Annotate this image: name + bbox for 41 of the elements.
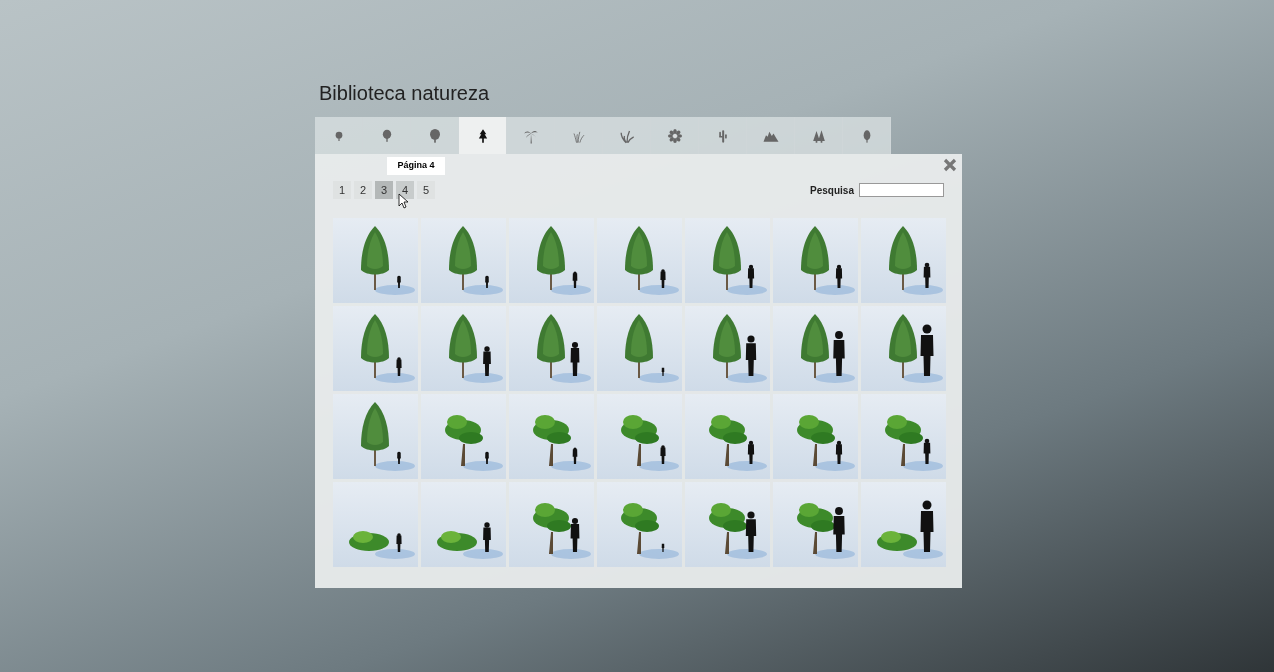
tree-thumbnail[interactable] [333, 482, 418, 567]
tree-thumbnail[interactable] [509, 394, 594, 479]
tree-thumbnail[interactable] [861, 394, 946, 479]
tree-thumbnail[interactable] [597, 394, 682, 479]
tree-thumbnail[interactable] [333, 218, 418, 303]
tree-thumbnail[interactable] [773, 482, 858, 567]
tree-thumbnail[interactable] [421, 218, 506, 303]
close-icon [943, 158, 957, 172]
page-button[interactable]: 4 [396, 181, 414, 199]
tree-thumbnail[interactable] [685, 218, 770, 303]
tree-thumbnail[interactable] [333, 394, 418, 479]
library-title: Biblioteca natureza [318, 81, 491, 106]
tree-thumbnail[interactable] [685, 394, 770, 479]
tree-thumbnail[interactable] [509, 306, 594, 391]
tree-thumbnail[interactable] [421, 482, 506, 567]
tree-thumbnail[interactable] [509, 482, 594, 567]
page-button[interactable]: 1 [333, 181, 351, 199]
tree-thumbnail[interactable] [421, 394, 506, 479]
tree-thumbnail[interactable] [509, 218, 594, 303]
page-button[interactable]: 5 [417, 181, 435, 199]
tree-thumbnail[interactable] [333, 306, 418, 391]
tree-thumbnail[interactable] [861, 482, 946, 567]
close-button[interactable] [942, 157, 958, 173]
mouse-cursor-icon [398, 193, 409, 209]
tree-thumbnail[interactable] [773, 306, 858, 391]
tree-thumbnail[interactable] [597, 218, 682, 303]
tree-thumbnail[interactable] [597, 306, 682, 391]
tree-thumbnail[interactable] [773, 218, 858, 303]
tree-thumbnail[interactable] [421, 306, 506, 391]
tree-thumbnail[interactable] [773, 394, 858, 479]
search-field[interactable] [859, 183, 944, 197]
tree-thumbnail[interactable] [597, 482, 682, 567]
tree-thumbnail[interactable] [861, 306, 946, 391]
page-button[interactable]: 3 [375, 181, 393, 199]
category-tab[interactable] [459, 117, 507, 154]
tree-thumbnail[interactable] [685, 482, 770, 567]
page-button[interactable]: 2 [354, 181, 372, 199]
search-label: Pesquisa [810, 183, 854, 198]
tree-thumbnail[interactable] [685, 306, 770, 391]
tooltip: Página 4 [387, 157, 445, 175]
tree-thumbnail[interactable] [861, 218, 946, 303]
